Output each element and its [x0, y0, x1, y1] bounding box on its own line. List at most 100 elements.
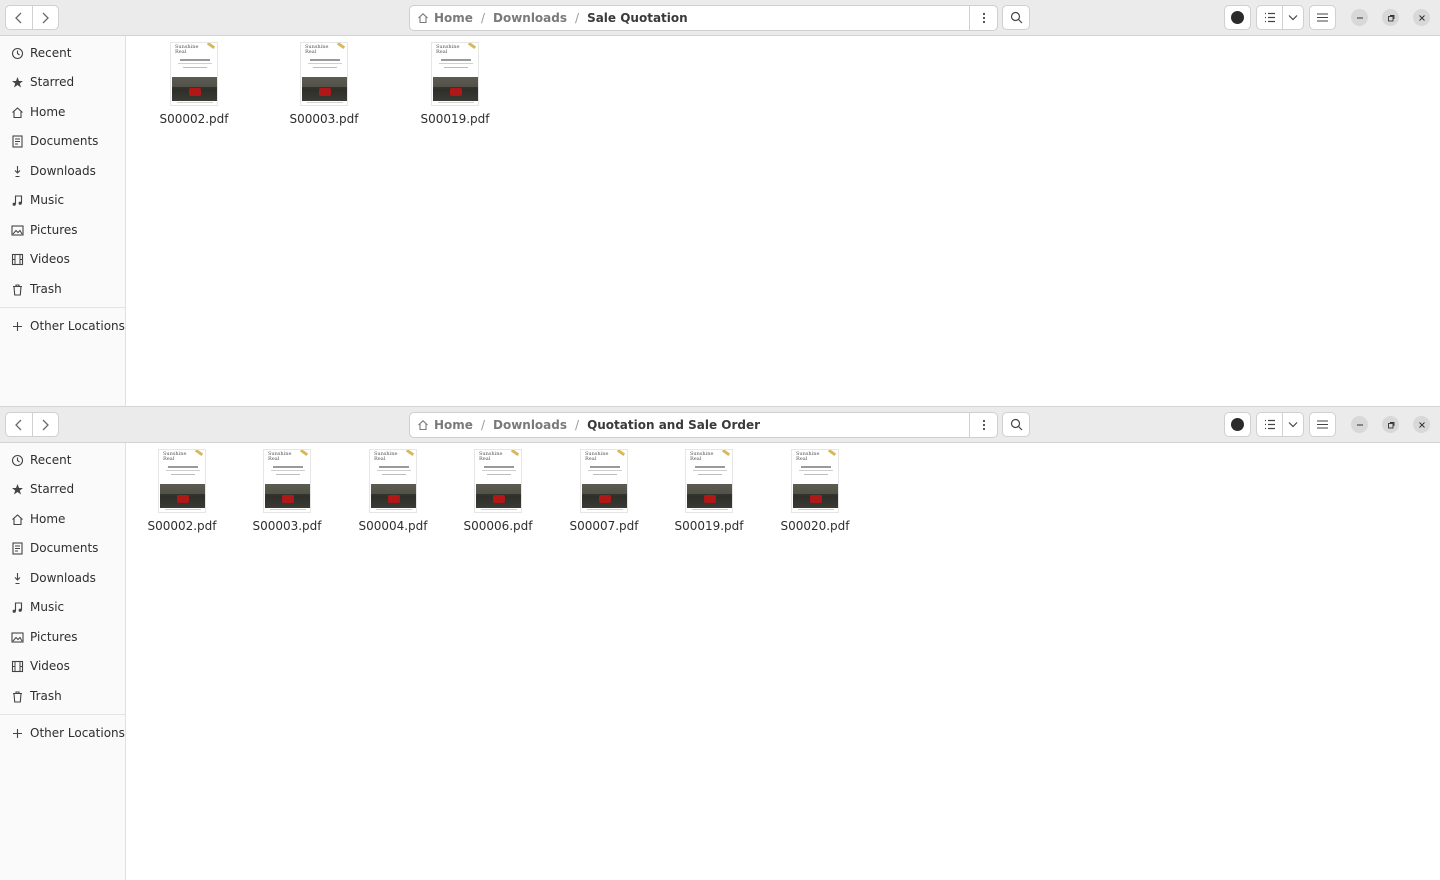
breadcrumb-downloads[interactable]: Downloads — [493, 11, 567, 25]
clock-icon — [10, 453, 24, 467]
search-button[interactable] — [1002, 5, 1030, 30]
sidebar-item-trash[interactable]: Trash — [0, 275, 125, 303]
sidebar-item-label: Videos — [30, 252, 70, 266]
file-item[interactable]: Sunshine Real S00003.pdf — [274, 42, 374, 126]
view-toggle-button[interactable] — [1224, 5, 1251, 30]
sidebar-item-label: Downloads — [30, 571, 96, 585]
sidebar-item-documents[interactable]: Documents — [0, 127, 125, 155]
vertical-dots-icon — [982, 12, 985, 24]
sidebar-divider — [0, 714, 125, 715]
main-menu-button[interactable] — [1309, 412, 1336, 437]
chevron-right-icon — [43, 12, 50, 23]
sidebar-item-recent[interactable]: Recent — [0, 446, 125, 474]
breadcrumb-current-folder[interactable]: Quotation and Sale Order — [587, 418, 760, 432]
pdf-thumbnail: Sunshine Real — [580, 449, 628, 513]
sidebar-divider — [0, 307, 125, 308]
sidebar-item-home[interactable]: Home — [0, 98, 125, 126]
sidebar-item-label: Starred — [30, 482, 75, 496]
list-view-icon — [1264, 419, 1275, 430]
search-icon — [1010, 418, 1022, 431]
trash-icon — [10, 689, 24, 703]
picture-icon — [10, 223, 24, 237]
sidebar-item-pictures[interactable]: Pictures — [0, 216, 125, 244]
picture-icon — [10, 630, 24, 644]
file-item[interactable]: Sunshine Real S00004.pdf — [343, 449, 443, 533]
forward-button[interactable] — [31, 6, 58, 29]
breadcrumb-label: Sale Quotation — [587, 11, 688, 25]
back-button[interactable] — [6, 6, 32, 29]
document-icon — [10, 134, 24, 148]
sidebar-item-label: Downloads — [30, 164, 96, 178]
file-name: S00020.pdf — [780, 519, 850, 533]
forward-button[interactable] — [31, 413, 58, 436]
sidebar-item-home[interactable]: Home — [0, 505, 125, 533]
chevron-left-icon — [15, 12, 22, 23]
minimize-button[interactable] — [1351, 416, 1368, 433]
file-item[interactable]: Sunshine Real S00019.pdf — [405, 42, 505, 126]
sidebar-item-starred[interactable]: Starred — [0, 475, 125, 503]
view-dropdown-button[interactable] — [1283, 6, 1303, 29]
folder-menu-button[interactable] — [969, 6, 997, 30]
close-button[interactable] — [1413, 9, 1430, 26]
chevron-right-icon — [43, 419, 50, 430]
file-item[interactable]: Sunshine Real S00002.pdf — [144, 42, 244, 126]
file-name: S00003.pdf — [252, 519, 322, 533]
music-note-icon — [10, 193, 24, 207]
view-dropdown-button[interactable] — [1283, 413, 1303, 436]
path-bar: Home / Downloads / Sale Quotation — [409, 5, 998, 31]
file-name: S00019.pdf — [674, 519, 744, 533]
file-item[interactable]: Sunshine Real S00003.pdf — [237, 449, 337, 533]
breadcrumb-home[interactable]: Home — [417, 418, 473, 432]
file-name: S00002.pdf — [159, 112, 229, 126]
file-item[interactable]: Sunshine Real S00007.pdf — [554, 449, 654, 533]
search-button[interactable] — [1002, 412, 1030, 437]
sidebar-item-music[interactable]: Music — [0, 593, 125, 621]
breadcrumb-separator: / — [575, 418, 580, 432]
sidebar-item-documents[interactable]: Documents — [0, 534, 125, 562]
restore-icon — [1387, 14, 1394, 21]
list-view-button[interactable] — [1257, 6, 1284, 29]
sidebar-item-music[interactable]: Music — [0, 186, 125, 214]
download-icon — [10, 164, 24, 178]
maximize-button[interactable] — [1382, 9, 1399, 26]
sidebar-item-other-locations[interactable]: Other Locations — [0, 312, 125, 340]
sidebar-item-label: Pictures — [30, 630, 78, 644]
sidebar-item-videos[interactable]: Videos — [0, 245, 125, 273]
file-item[interactable]: Sunshine Real S00006.pdf — [448, 449, 548, 533]
file-item[interactable]: Sunshine Real S00019.pdf — [659, 449, 759, 533]
file-item[interactable]: Sunshine Real S00002.pdf — [132, 449, 232, 533]
sidebar-item-other-locations[interactable]: Other Locations — [0, 719, 125, 747]
sidebar-item-videos[interactable]: Videos — [0, 652, 125, 680]
sidebar-item-label: Music — [30, 600, 65, 614]
sidebar-item-starred[interactable]: Starred — [0, 68, 125, 96]
sidebar-item-downloads[interactable]: Downloads — [0, 157, 125, 185]
sidebar-item-recent[interactable]: Recent — [0, 39, 125, 67]
breadcrumb-downloads[interactable]: Downloads — [493, 418, 567, 432]
sidebar-item-pictures[interactable]: Pictures — [0, 623, 125, 651]
breadcrumb-separator: / — [480, 418, 485, 432]
view-options-group — [1256, 412, 1304, 437]
list-view-button[interactable] — [1257, 413, 1284, 436]
breadcrumb-home[interactable]: Home — [417, 11, 473, 25]
chevron-down-icon — [1288, 422, 1298, 428]
maximize-button[interactable] — [1382, 416, 1399, 433]
file-view: Sunshine Real S00002.pdf Sunshine Real S00… — [127, 37, 1440, 406]
breadcrumb-current-folder[interactable]: Sale Quotation — [587, 11, 688, 25]
breadcrumb-label: Quotation and Sale Order — [587, 418, 761, 432]
sidebar-item-downloads[interactable]: Downloads — [0, 564, 125, 592]
minimize-button[interactable] — [1351, 9, 1368, 26]
pdf-thumbnail: Sunshine Real — [158, 449, 206, 513]
plus-icon — [10, 319, 24, 333]
view-toggle-button[interactable] — [1224, 412, 1251, 437]
folder-menu-button[interactable] — [969, 413, 997, 437]
sidebar-item-trash[interactable]: Trash — [0, 682, 125, 710]
close-button[interactable] — [1413, 416, 1430, 433]
clock-icon — [10, 46, 24, 60]
file-item[interactable]: Sunshine Real S00020.pdf — [765, 449, 865, 533]
sidebar-item-label: Home — [30, 512, 66, 526]
breadcrumb-label: Downloads — [492, 11, 568, 25]
chevron-down-icon — [1288, 15, 1298, 21]
back-button[interactable] — [6, 413, 32, 436]
file-name: S00006.pdf — [463, 519, 533, 533]
main-menu-button[interactable] — [1309, 5, 1336, 30]
